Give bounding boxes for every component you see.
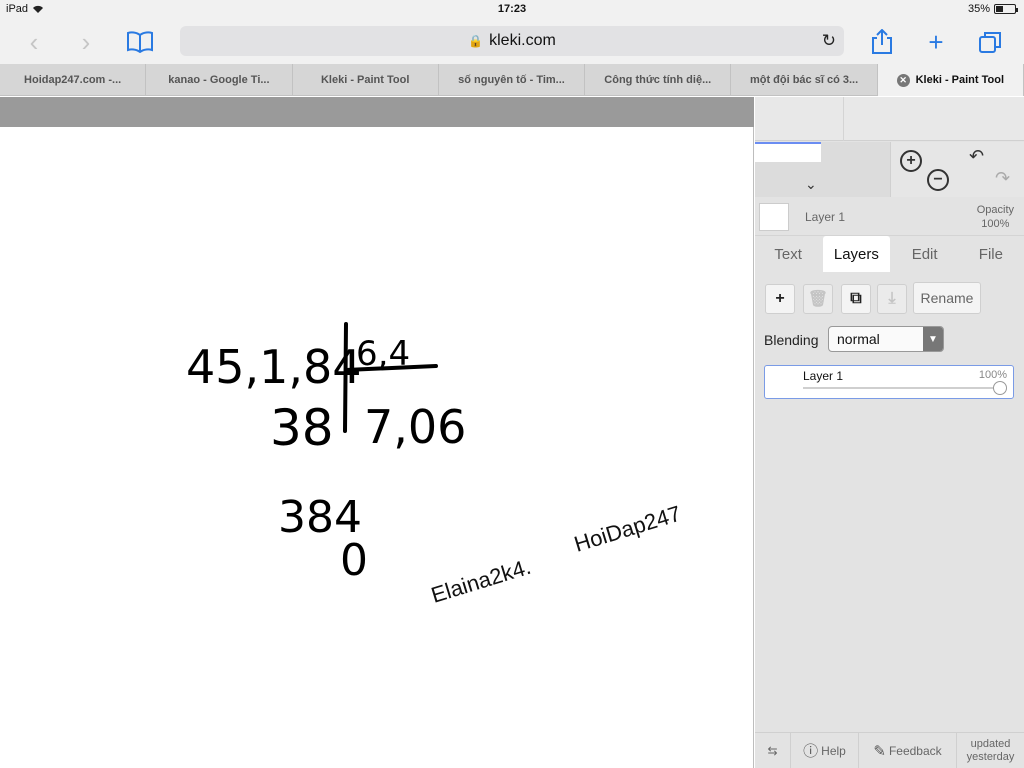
tab-kleki-active[interactable]: ✕ Kleki - Paint Tool bbox=[877, 64, 1024, 96]
remainder-final-text: 0 bbox=[340, 535, 368, 586]
url-text: kleki.com bbox=[489, 32, 556, 49]
feedback-label: Feedback bbox=[888, 743, 942, 758]
battery-percent: 35% bbox=[967, 3, 990, 15]
merge-layer-icon[interactable]: ⤓ bbox=[877, 284, 907, 314]
help-label: Help bbox=[821, 743, 846, 758]
layer-item[interactable]: Layer 1 100% bbox=[764, 365, 1014, 399]
tab-label: Kleki - Paint Tool bbox=[320, 74, 410, 86]
tab-file[interactable]: File bbox=[958, 236, 1024, 272]
new-tab-icon[interactable]: + bbox=[920, 26, 952, 58]
browser-toolbar: ‹ › 🔒 kleki.com ↻ + bbox=[0, 20, 1024, 64]
layers-panel: + 🗑 ⧉ ⤓ Rename Blending normal ▼ Layer 1… bbox=[755, 272, 1024, 732]
blending-select[interactable]: normal ▼ bbox=[828, 326, 944, 352]
delete-layer-icon[interactable]: 🗑 bbox=[803, 284, 833, 314]
layer-item-name: Layer 1 bbox=[803, 369, 844, 383]
add-layer-icon[interactable]: + bbox=[765, 284, 795, 314]
close-tab-icon[interactable]: ✕ bbox=[896, 73, 910, 87]
layer-opacity-slider[interactable] bbox=[803, 387, 1005, 389]
layer-opacity-knob[interactable] bbox=[993, 381, 1007, 395]
handwriting-layer: 45,1,84 6,4 38 7,06 384 0 Elaina2k4. Hoi… bbox=[186, 322, 684, 608]
address-bar[interactable]: 🔒 kleki.com ↻ bbox=[180, 26, 844, 56]
feedback-icon: ✎ bbox=[873, 742, 886, 760]
layer-item-thumbnail bbox=[769, 369, 795, 395]
quotient-text: 7,06 bbox=[364, 400, 466, 454]
current-layer-name: Layer 1 bbox=[805, 210, 846, 224]
blending-label: Blending bbox=[764, 332, 819, 348]
tab-kanao[interactable]: kanao - Google Ti... bbox=[146, 64, 293, 96]
share-icon[interactable] bbox=[866, 26, 898, 58]
tab-label: kanao - Google Ti... bbox=[168, 74, 270, 86]
tab-text[interactable]: Text bbox=[755, 236, 821, 272]
help-button[interactable]: ⓘ Help bbox=[791, 733, 859, 768]
tab-label: số nguyên tố - Tim... bbox=[458, 74, 565, 86]
redo-icon[interactable]: ↷ bbox=[995, 168, 1010, 189]
help-icon: ⓘ bbox=[803, 743, 819, 760]
duplicate-layer-icon[interactable]: ⧉ bbox=[841, 284, 871, 314]
clock: 17:23 bbox=[497, 3, 527, 15]
division-vertical-line bbox=[343, 322, 348, 433]
zoom-out-icon[interactable]: − bbox=[927, 169, 949, 191]
tab-cong-thuc[interactable]: Công thức tính diệ... bbox=[585, 64, 732, 96]
current-layer-bar: Layer 1 Opacity 100% bbox=[755, 198, 1024, 236]
panel-footer: ⇆ ⓘ Help ✎ Feedback updated yesterday bbox=[755, 732, 1024, 768]
forward-icon[interactable]: › bbox=[70, 26, 102, 58]
dividend-text: 45,1,84 bbox=[186, 340, 362, 394]
tab-label: một đội bác sĩ có 3... bbox=[749, 74, 859, 86]
chevron-down-icon[interactable]: ⌄ bbox=[805, 176, 817, 193]
kleki-side-panel: ⌄ + − ↶ ↷ Layer 1 Opacity 100% Text Laye… bbox=[755, 97, 1024, 768]
panel-top-strip bbox=[755, 97, 1024, 141]
tab-hoidap247[interactable]: Hoidap247.com -... bbox=[0, 64, 147, 96]
bookmarks-icon[interactable] bbox=[124, 26, 156, 58]
remainder-1-text: 38 bbox=[270, 399, 334, 457]
tab-label: Hoidap247.com -... bbox=[24, 74, 122, 86]
reload-icon[interactable]: ↻ bbox=[822, 31, 836, 51]
tabs-overview-icon[interactable] bbox=[974, 26, 1006, 58]
lock-icon: 🔒 bbox=[468, 34, 484, 48]
layer-thumbnail bbox=[759, 203, 789, 231]
tab-kleki-1[interactable]: Kleki - Paint Tool bbox=[293, 64, 439, 96]
tab-mot-doi-bac-si[interactable]: một đội bác sĩ có 3... bbox=[731, 64, 878, 96]
canvas-margin bbox=[0, 97, 754, 127]
opacity-label: Opacity bbox=[976, 204, 1014, 216]
tab-so-nguyen-to[interactable]: số nguyên tố - Tim... bbox=[439, 64, 586, 96]
status-bar: iPad 17:23 35% bbox=[0, 0, 1024, 20]
updated-note: updated yesterday bbox=[966, 737, 1015, 763]
rename-button[interactable]: Rename bbox=[913, 282, 981, 314]
battery-icon bbox=[994, 4, 1018, 14]
layer-item-opacity: 100% bbox=[978, 369, 1007, 381]
opacity-value: 100% bbox=[981, 218, 1010, 230]
back-icon[interactable]: ‹ bbox=[18, 26, 50, 58]
panel-tabs: Text Layers Edit File bbox=[755, 236, 1024, 272]
zoom-in-icon[interactable]: + bbox=[900, 150, 922, 172]
tab-layers[interactable]: Layers bbox=[823, 236, 890, 272]
dropdown-arrow-icon: ▼ bbox=[923, 327, 943, 351]
undo-icon[interactable]: ↶ bbox=[969, 146, 984, 167]
zoom-undo-area: + − ↶ ↷ bbox=[890, 142, 1024, 197]
drawing-canvas[interactable]: 45,1,84 6,4 38 7,06 384 0 Elaina2k4. Hoi… bbox=[0, 127, 754, 768]
swap-icon[interactable]: ⇆ bbox=[755, 733, 791, 768]
opacity-display[interactable]: Opacity 100% bbox=[977, 203, 1014, 231]
primary-color-swatch[interactable] bbox=[755, 142, 821, 162]
tab-label: Kleki - Paint Tool bbox=[915, 74, 1005, 86]
color-picker-area[interactable]: ⌄ bbox=[755, 142, 890, 197]
tab-edit[interactable]: Edit bbox=[892, 236, 958, 272]
stamp-elaina: Elaina2k4. bbox=[428, 554, 534, 608]
tab-label: Công thức tính diệ... bbox=[604, 74, 712, 86]
stamp-hoidap247: HoiDap247 bbox=[571, 501, 684, 557]
blending-value: normal bbox=[837, 331, 880, 347]
tab-strip: Hoidap247.com -... kanao - Google Ti... … bbox=[0, 64, 1024, 96]
feedback-button[interactable]: ✎ Feedback bbox=[859, 733, 957, 768]
